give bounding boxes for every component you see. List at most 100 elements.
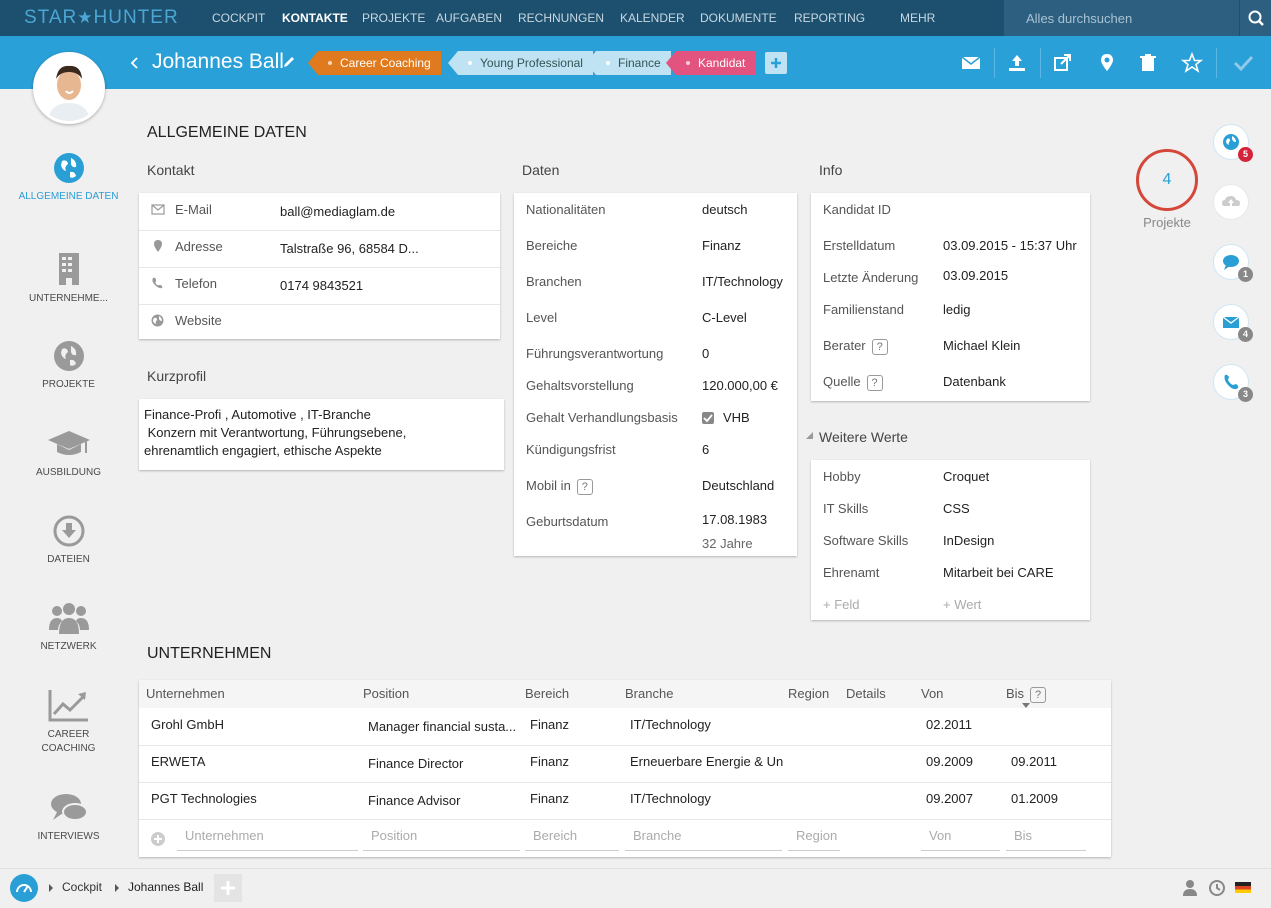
chat-button[interactable]: 1: [1213, 244, 1253, 282]
tag-career-coaching[interactable]: Career Coaching: [308, 51, 441, 75]
daten-value[interactable]: 6: [702, 442, 709, 457]
cell-bereich: Finanz: [530, 717, 570, 732]
new-unternehmen-input[interactable]: Unternehmen: [177, 828, 358, 851]
vhb-checkbox[interactable]: [702, 412, 714, 424]
kurzprofil-card[interactable]: Finance-Profi , Automotive , IT-Branche …: [139, 399, 504, 470]
sidebar-item-career-coaching[interactable]: CAREER COACHING: [0, 688, 137, 756]
column-header[interactable]: Details: [846, 686, 886, 701]
sidebar-item-interviews[interactable]: INTERVIEWS: [0, 792, 137, 844]
daten-value[interactable]: C-Level: [702, 310, 747, 325]
search-input[interactable]: [1004, 0, 1239, 36]
breadcrumb-current[interactable]: Johannes Ball: [128, 880, 203, 894]
weitere-value[interactable]: Mitarbeit bei CARE: [943, 565, 1054, 580]
add-tab-button[interactable]: [214, 874, 242, 902]
daten-value[interactable]: 17.08.1983: [702, 512, 767, 527]
collapse-triangle-icon[interactable]: [806, 432, 814, 440]
new-branche-input[interactable]: Branche: [625, 828, 782, 851]
sidebar-item-unternehmen[interactable]: UNTERNEHME...: [0, 252, 137, 306]
help-icon[interactable]: ?: [866, 374, 883, 391]
new-bis-input[interactable]: Bis: [1006, 828, 1086, 851]
column-header[interactable]: Unternehmen: [146, 686, 225, 701]
sidebar-item-netzwerk[interactable]: NETZWERK: [0, 600, 137, 654]
sidebar-item-allgemeine-daten[interactable]: ALLGEMEINE DATEN: [0, 152, 137, 204]
user-icon[interactable]: [1182, 879, 1198, 897]
app-logo[interactable]: STAR★HUNTER: [24, 7, 179, 29]
column-header[interactable]: Position: [363, 686, 409, 701]
column-header[interactable]: Branche: [625, 686, 673, 701]
help-icon[interactable]: ?: [576, 478, 593, 495]
nav-kontakte[interactable]: KONTAKTE: [282, 11, 348, 25]
daten-value[interactable]: Finanz: [702, 238, 741, 253]
info-value[interactable]: Michael Klein: [943, 338, 1020, 353]
mail-icon[interactable]: [960, 52, 982, 74]
add-field-input[interactable]: + Feld: [823, 597, 860, 612]
weitere-value[interactable]: Croquet: [943, 469, 989, 484]
back-icon[interactable]: [128, 55, 140, 71]
info-value[interactable]: ledig: [943, 302, 970, 317]
mail-button[interactable]: 4: [1213, 304, 1253, 342]
weitere-value[interactable]: CSS: [943, 501, 970, 516]
clock-icon[interactable]: [1208, 879, 1226, 897]
nav-aufgaben[interactable]: AUFGABEN: [436, 11, 502, 25]
kurzprofil-line: Finance-Profi , Automotive , IT-Branche: [144, 407, 371, 422]
add-tag-button[interactable]: [765, 52, 787, 74]
daten-value[interactable]: 0: [702, 346, 709, 361]
new-bereich-input[interactable]: Bereich: [525, 828, 619, 851]
add-row-icon[interactable]: [150, 831, 166, 847]
weitere-title[interactable]: Weitere Werte: [819, 429, 908, 445]
email-value[interactable]: ball@mediaglam.de: [280, 204, 490, 219]
new-position-input[interactable]: Position: [363, 828, 520, 851]
add-value-input[interactable]: + Wert: [943, 597, 981, 612]
weitere-value[interactable]: InDesign: [943, 533, 994, 548]
nav-kalender[interactable]: KALENDER: [620, 11, 685, 25]
phone-button[interactable]: 3: [1213, 364, 1253, 402]
new-region-input[interactable]: Region: [788, 828, 840, 851]
new-von-input[interactable]: Von: [921, 828, 1000, 851]
address-value[interactable]: Talstraße 96, 68584 D...: [280, 241, 490, 256]
dashboard-button[interactable]: [10, 874, 38, 902]
checkmark-icon[interactable]: [1232, 52, 1254, 74]
star-icon[interactable]: [1181, 52, 1203, 74]
sidebar-item-dateien[interactable]: DATEIEN: [0, 515, 137, 567]
nav-mehr[interactable]: MEHR: [900, 11, 935, 25]
nav-cockpit[interactable]: COCKPIT: [212, 11, 265, 25]
column-header[interactable]: Bis?: [1006, 686, 1047, 703]
avatar[interactable]: [33, 52, 105, 124]
sort-desc-icon[interactable]: [1022, 703, 1030, 709]
german-flag-icon[interactable]: [1235, 882, 1251, 893]
tag-finance[interactable]: Finance: [586, 51, 671, 75]
globe-icon: [151, 314, 164, 327]
info-value[interactable]: Datenbank: [943, 374, 1006, 389]
upload-icon[interactable]: [1006, 52, 1028, 74]
globe-button[interactable]: 5: [1213, 124, 1253, 162]
daten-value[interactable]: IT/Technology: [702, 274, 783, 289]
tag-kandidat[interactable]: Kandidat: [665, 51, 756, 75]
nav-reporting[interactable]: REPORTING: [794, 11, 865, 25]
external-link-icon[interactable]: [1052, 52, 1074, 74]
column-header[interactable]: Von: [921, 686, 943, 701]
location-pin-icon[interactable]: [1096, 52, 1118, 74]
column-header[interactable]: Region: [788, 686, 829, 701]
nav-rechnungen[interactable]: RECHNUNGEN: [518, 11, 604, 25]
column-header[interactable]: Bereich: [525, 686, 569, 701]
daten-label: Nationalitäten: [526, 202, 606, 217]
sidebar-item-projekte[interactable]: PROJEKTE: [0, 340, 137, 392]
edit-pencil-icon[interactable]: [282, 55, 296, 69]
count-badge: 1: [1238, 267, 1253, 282]
breadcrumb-cockpit[interactable]: Cockpit: [62, 880, 102, 894]
help-icon[interactable]: ?: [871, 338, 888, 355]
tag-young-professional[interactable]: Young Professional: [448, 51, 593, 75]
daten-value[interactable]: Deutschland: [702, 478, 774, 493]
trash-icon[interactable]: [1137, 52, 1159, 74]
cloud-button[interactable]: [1213, 184, 1249, 220]
nav-projekte[interactable]: PROJEKTE: [362, 11, 425, 25]
nav-dokumente[interactable]: DOKUMENTE: [700, 11, 777, 25]
sidebar-item-ausbildung[interactable]: AUSBILDUNG: [0, 428, 137, 480]
help-icon[interactable]: ?: [1030, 686, 1047, 703]
search-button[interactable]: [1239, 0, 1271, 36]
phone-value[interactable]: 0174 9843521: [280, 278, 490, 293]
daten-value[interactable]: 120.000,00 €: [702, 378, 778, 393]
projects-count-ring[interactable]: 4: [1136, 149, 1198, 211]
daten-value[interactable]: deutsch: [702, 202, 748, 217]
daten-value: VHB: [723, 410, 750, 425]
